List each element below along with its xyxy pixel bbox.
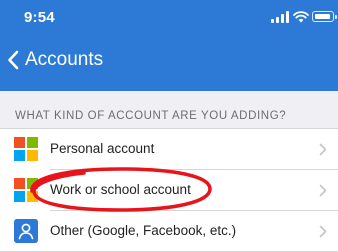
section-title: WHAT KIND OF ACCOUNT ARE YOU ADDING? <box>15 110 287 122</box>
option-label: Work or school account <box>50 182 191 197</box>
battery-icon <box>312 11 337 22</box>
chevron-left-icon <box>8 50 19 70</box>
person-icon <box>14 219 38 243</box>
chevron-right-icon <box>319 143 327 156</box>
option-other-account[interactable]: Other (Google, Facebook, etc.) <box>0 211 338 251</box>
status-time: 9:54 <box>24 9 55 26</box>
wifi-icon <box>293 11 309 23</box>
back-label: Accounts <box>25 49 104 70</box>
option-personal-account[interactable]: Personal account <box>0 129 338 169</box>
chevron-right-icon <box>319 184 327 197</box>
app-header: 9:54 Accounts <box>0 0 338 91</box>
option-label: Personal account <box>50 141 155 156</box>
microsoft-logo-icon <box>14 137 38 161</box>
microsoft-logo-icon <box>14 178 38 202</box>
option-label: Other (Google, Facebook, etc.) <box>50 223 237 238</box>
option-work-or-school-account[interactable]: Work or school account <box>0 170 338 210</box>
back-button[interactable]: Accounts <box>7 47 103 73</box>
chevron-right-icon <box>319 225 327 238</box>
cellular-signal-icon <box>271 11 289 23</box>
section-header: WHAT KIND OF ACCOUNT ARE YOU ADDING? <box>0 91 338 129</box>
